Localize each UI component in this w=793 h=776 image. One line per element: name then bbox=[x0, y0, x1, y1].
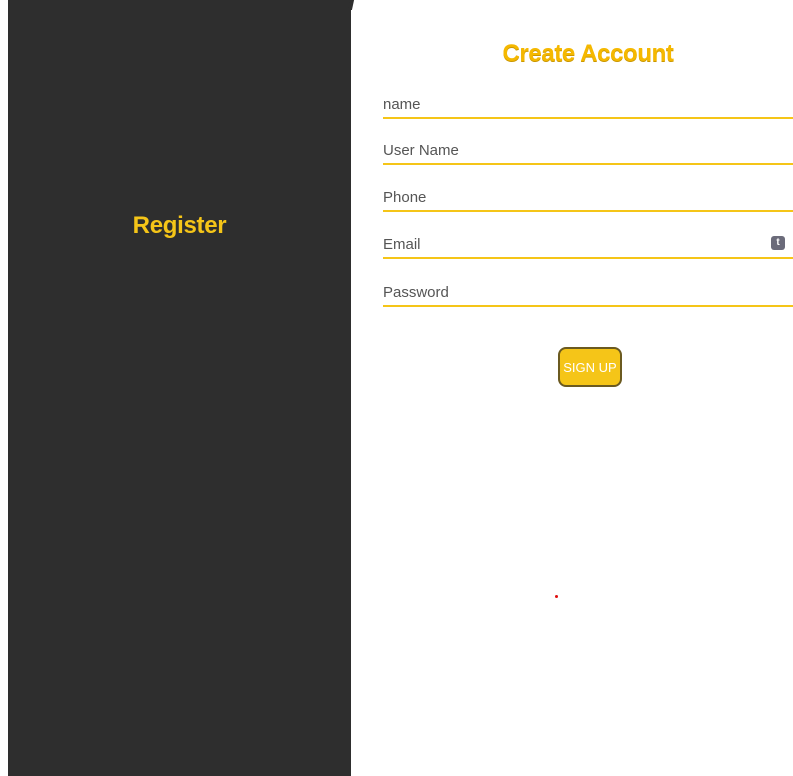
autofill-extension-icon[interactable]: t bbox=[771, 236, 785, 250]
username-field bbox=[383, 139, 793, 165]
name-field bbox=[383, 93, 793, 119]
email-input[interactable] bbox=[383, 233, 763, 255]
sign-up-button[interactable]: SIGN UP bbox=[558, 347, 622, 387]
form-title: Create Account bbox=[502, 40, 674, 67]
side-panel-title: Register bbox=[132, 212, 227, 239]
password-field bbox=[383, 281, 793, 307]
email-field: t bbox=[383, 233, 793, 259]
cursor-dot bbox=[555, 595, 558, 598]
side-panel: Register bbox=[8, 0, 351, 776]
username-input[interactable] bbox=[383, 139, 763, 161]
register-page: Register Create Account t SIGN UP bbox=[0, 0, 793, 776]
phone-input[interactable] bbox=[383, 186, 763, 208]
phone-field bbox=[383, 186, 793, 212]
name-input[interactable] bbox=[383, 93, 763, 115]
password-input[interactable] bbox=[383, 281, 763, 303]
